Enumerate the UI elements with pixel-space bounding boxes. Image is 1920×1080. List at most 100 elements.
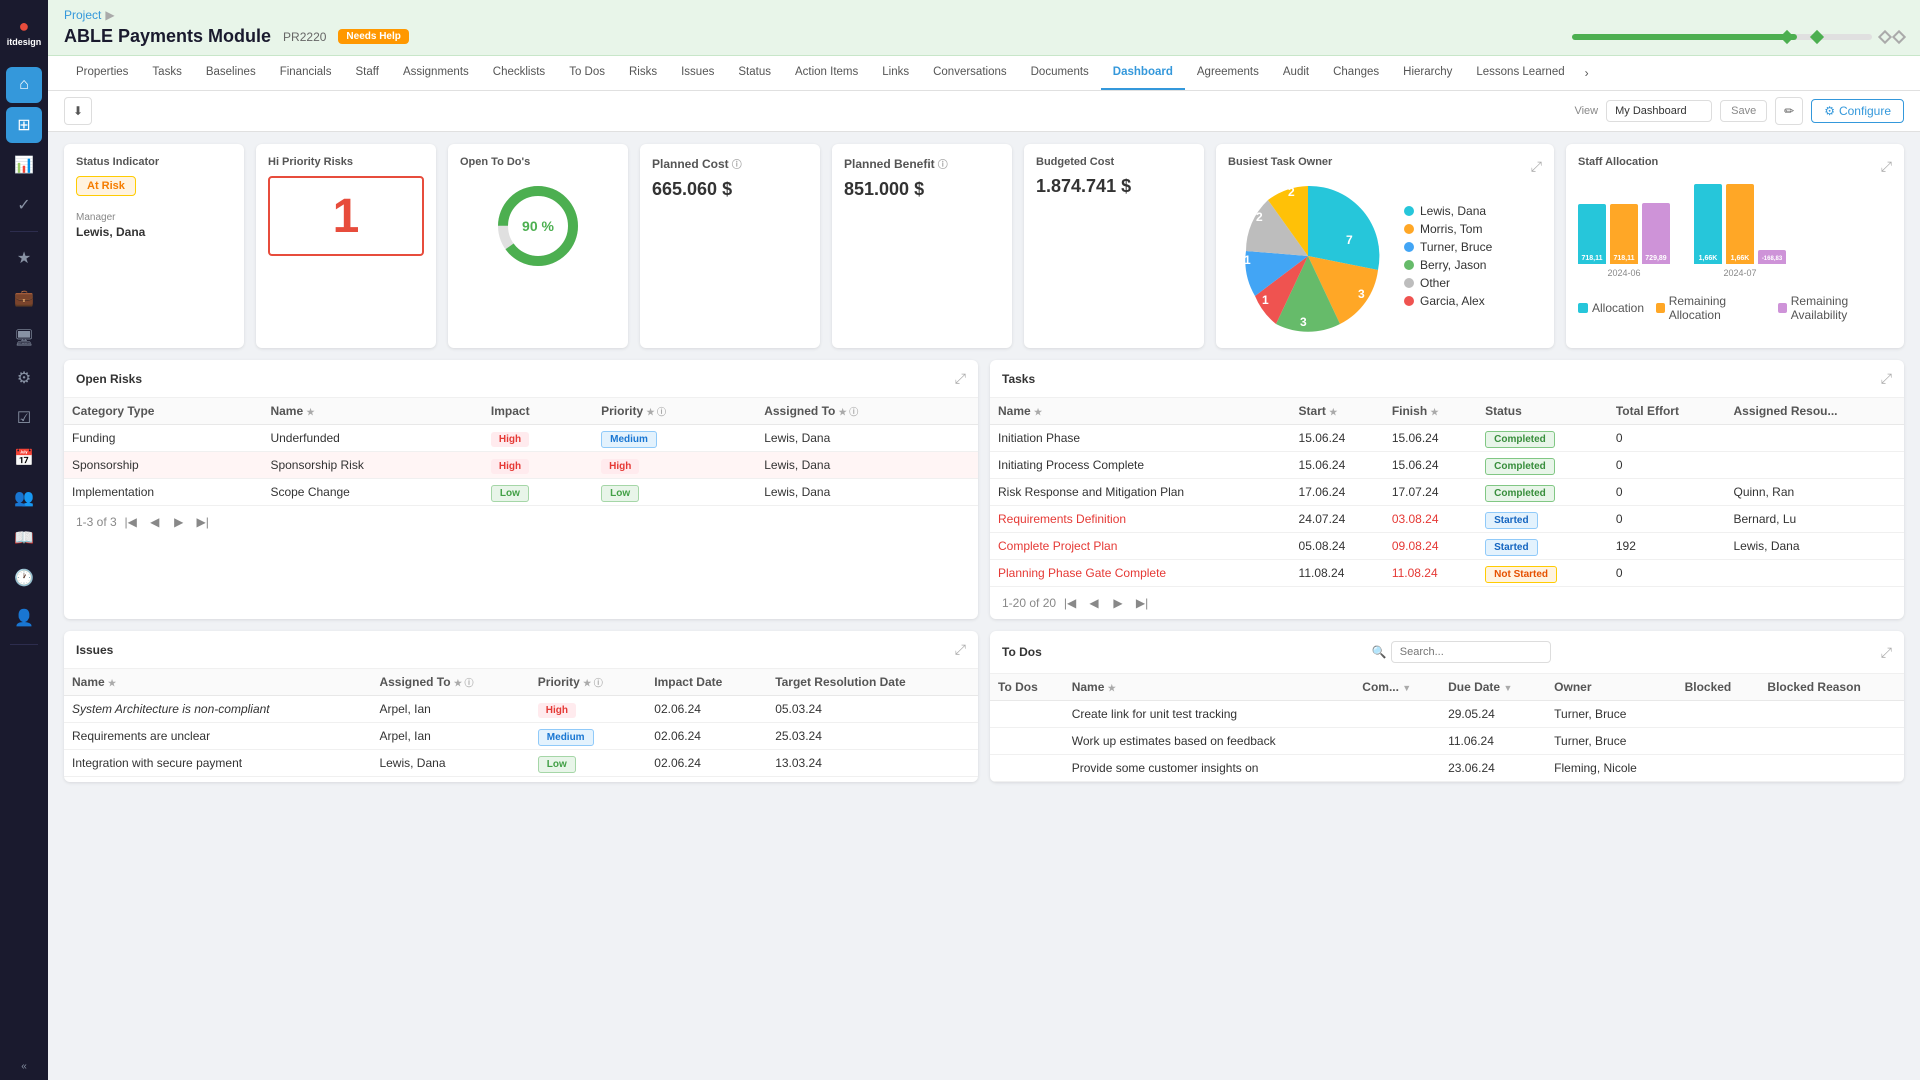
issues-expand-icon[interactable]: ⤢ [955, 641, 966, 658]
tab-conversations[interactable]: Conversations [921, 56, 1019, 90]
task-name: Initiating Process Complete [990, 452, 1291, 479]
brand-logo[interactable]: ● itdesign [3, 8, 46, 55]
edit-btn[interactable]: ✏ [1775, 97, 1803, 125]
col-issue-name: Name ★ [64, 669, 371, 696]
sidebar-item-users[interactable]: 👥 [6, 480, 42, 516]
tab-financials[interactable]: Financials [268, 56, 344, 90]
sidebar-item-book[interactable]: 📖 [6, 520, 42, 556]
tab-audit[interactable]: Audit [1271, 56, 1321, 90]
sidebar-item-clock[interactable]: 🕐 [6, 560, 42, 596]
tab-checklists[interactable]: Checklists [481, 56, 557, 90]
tab-staff[interactable]: Staff [343, 56, 390, 90]
task-status: Completed [1477, 425, 1608, 452]
risk-priority: Low [593, 479, 756, 506]
page-first-btn[interactable]: |◀ [121, 512, 141, 532]
tab-risks[interactable]: Risks [617, 56, 669, 90]
breadcrumb: Project ▶ [64, 8, 1904, 22]
sidebar-item-grid[interactable]: ⊞ [6, 107, 42, 143]
task-assigned [1725, 425, 1904, 452]
table-row: Funding Underfunded High Medium Lewis, D… [64, 425, 978, 452]
tasks-page-last[interactable]: ▶| [1132, 593, 1152, 613]
issue-priority: Low [530, 750, 646, 777]
tab-assignments[interactable]: Assignments [391, 56, 481, 90]
tab-action-items[interactable]: Action Items [783, 56, 870, 90]
tab-status[interactable]: Status [726, 56, 783, 90]
sidebar-expand-btn[interactable]: « [21, 1061, 27, 1072]
staff-header: Staff Allocation ⤢ [1578, 156, 1892, 176]
tab-issues[interactable]: Issues [669, 56, 726, 90]
todo-search-input[interactable] [1391, 641, 1551, 663]
download-btn[interactable]: ⬇ [64, 97, 92, 125]
tasks-thead: Name ★ Start ★ Finish ★ Status Total Eff… [990, 398, 1904, 425]
sidebar-item-calendar[interactable]: 📅 [6, 440, 42, 476]
tab-todos[interactable]: To Dos [557, 56, 617, 90]
widget-hi-priority-risks: Hi Priority Risks 1 [256, 144, 436, 348]
busiest-expand-icon[interactable]: ⤢ [1531, 158, 1542, 175]
configure-btn[interactable]: ⚙ Configure [1811, 99, 1904, 123]
tab-baselines[interactable]: Baselines [194, 56, 268, 90]
tab-dashboard[interactable]: Dashboard [1101, 56, 1185, 90]
tasks-page-first[interactable]: |◀ [1060, 593, 1080, 613]
planned-benefit-title: Planned Benefit ⓘ [844, 156, 1000, 171]
sidebar-item-monitor[interactable]: 🖥 [6, 320, 42, 356]
save-btn[interactable]: Save [1720, 100, 1767, 122]
col-assigned-res: Assigned Resou... [1725, 398, 1904, 425]
breadcrumb-project[interactable]: Project [64, 8, 101, 22]
task-name: Risk Response and Mitigation Plan [990, 479, 1291, 506]
tab-hierarchy[interactable]: Hierarchy [1391, 56, 1464, 90]
tasks-title: Tasks [1002, 372, 1035, 386]
impact-badge: Low [491, 485, 529, 502]
tab-documents[interactable]: Documents [1019, 56, 1101, 90]
staff-chart: 718,11 718,11 729,89 2024-06 1,66K 1,66K… [1578, 176, 1892, 286]
sidebar-item-chart[interactable]: 📊 [6, 147, 42, 183]
todo-blocked-reason [1759, 728, 1904, 755]
page-last-btn[interactable]: ▶| [193, 512, 213, 532]
sidebar-item-star[interactable]: ★ [6, 240, 42, 276]
tasks-page-prev[interactable]: ◀ [1084, 593, 1104, 613]
tab-agreements[interactable]: Agreements [1185, 56, 1271, 90]
sidebar-item-home[interactable]: ⌂ [6, 67, 42, 103]
view-select[interactable]: My Dashboard [1606, 100, 1712, 122]
col-impact-date: Impact Date [646, 669, 767, 696]
status-at-risk-badge: At Risk [76, 176, 136, 196]
priority-badge: High [538, 703, 576, 718]
todos-expand-icon[interactable]: ⤢ [1881, 644, 1892, 661]
open-risks-expand-icon[interactable]: ⤢ [955, 370, 966, 387]
todo-name: Provide some customer insights on [1064, 755, 1355, 782]
planned-cost-info-icon[interactable]: ⓘ [732, 160, 742, 171]
tab-links[interactable]: Links [870, 56, 921, 90]
sidebar-item-gear[interactable]: ⚙ [6, 360, 42, 396]
tasks-page-next[interactable]: ▶ [1108, 593, 1128, 613]
col-blocked-reason: Blocked Reason [1759, 674, 1904, 701]
issue-impact-date: 02.06.24 [646, 750, 767, 777]
tab-changes[interactable]: Changes [1321, 56, 1391, 90]
svg-text:2: 2 [1256, 210, 1263, 224]
planned-benefit-info-icon[interactable]: ⓘ [938, 160, 948, 171]
legend-label-alloc: Allocation [1592, 301, 1644, 315]
task-start: 17.06.24 [1291, 479, 1384, 506]
nav-more-btn[interactable]: › [1577, 56, 1597, 90]
risk-number-box: 1 [268, 176, 424, 256]
tasks-expand-icon[interactable]: ⤢ [1881, 370, 1892, 387]
staff-expand-icon[interactable]: ⤢ [1881, 158, 1892, 175]
issue-priority: Medium [530, 723, 646, 750]
risk-assigned: Lewis, Dana [756, 425, 978, 452]
risk-impact: Low [483, 479, 593, 506]
sidebar-item-checkmark[interactable]: ☑ [6, 400, 42, 436]
tab-properties[interactable]: Properties [64, 56, 140, 90]
sidebar-item-briefcase[interactable]: 💼 [6, 280, 42, 316]
panel-tasks: Tasks ⤢ Name ★ Start ★ Finish ★ Status T… [990, 360, 1904, 619]
status-badge: Completed [1485, 431, 1555, 448]
issues-tbody: System Architecture is non-compliant Arp… [64, 696, 978, 777]
tab-tasks[interactable]: Tasks [140, 56, 193, 90]
donut-chart: 90 % [493, 181, 583, 271]
legend-label-berry: Berry, Jason [1420, 258, 1486, 272]
page-prev-btn[interactable]: ◀ [145, 512, 165, 532]
legend-lewis: Lewis, Dana [1404, 204, 1492, 218]
sidebar-item-person-gear[interactable]: 👤 [6, 600, 42, 636]
svg-text:1: 1 [1244, 253, 1251, 267]
sidebar-item-check[interactable]: ✓ [6, 187, 42, 223]
table-row: Initiating Process Complete 15.06.24 15.… [990, 452, 1904, 479]
tab-lessons[interactable]: Lessons Learned [1464, 56, 1576, 90]
page-next-btn[interactable]: ▶ [169, 512, 189, 532]
